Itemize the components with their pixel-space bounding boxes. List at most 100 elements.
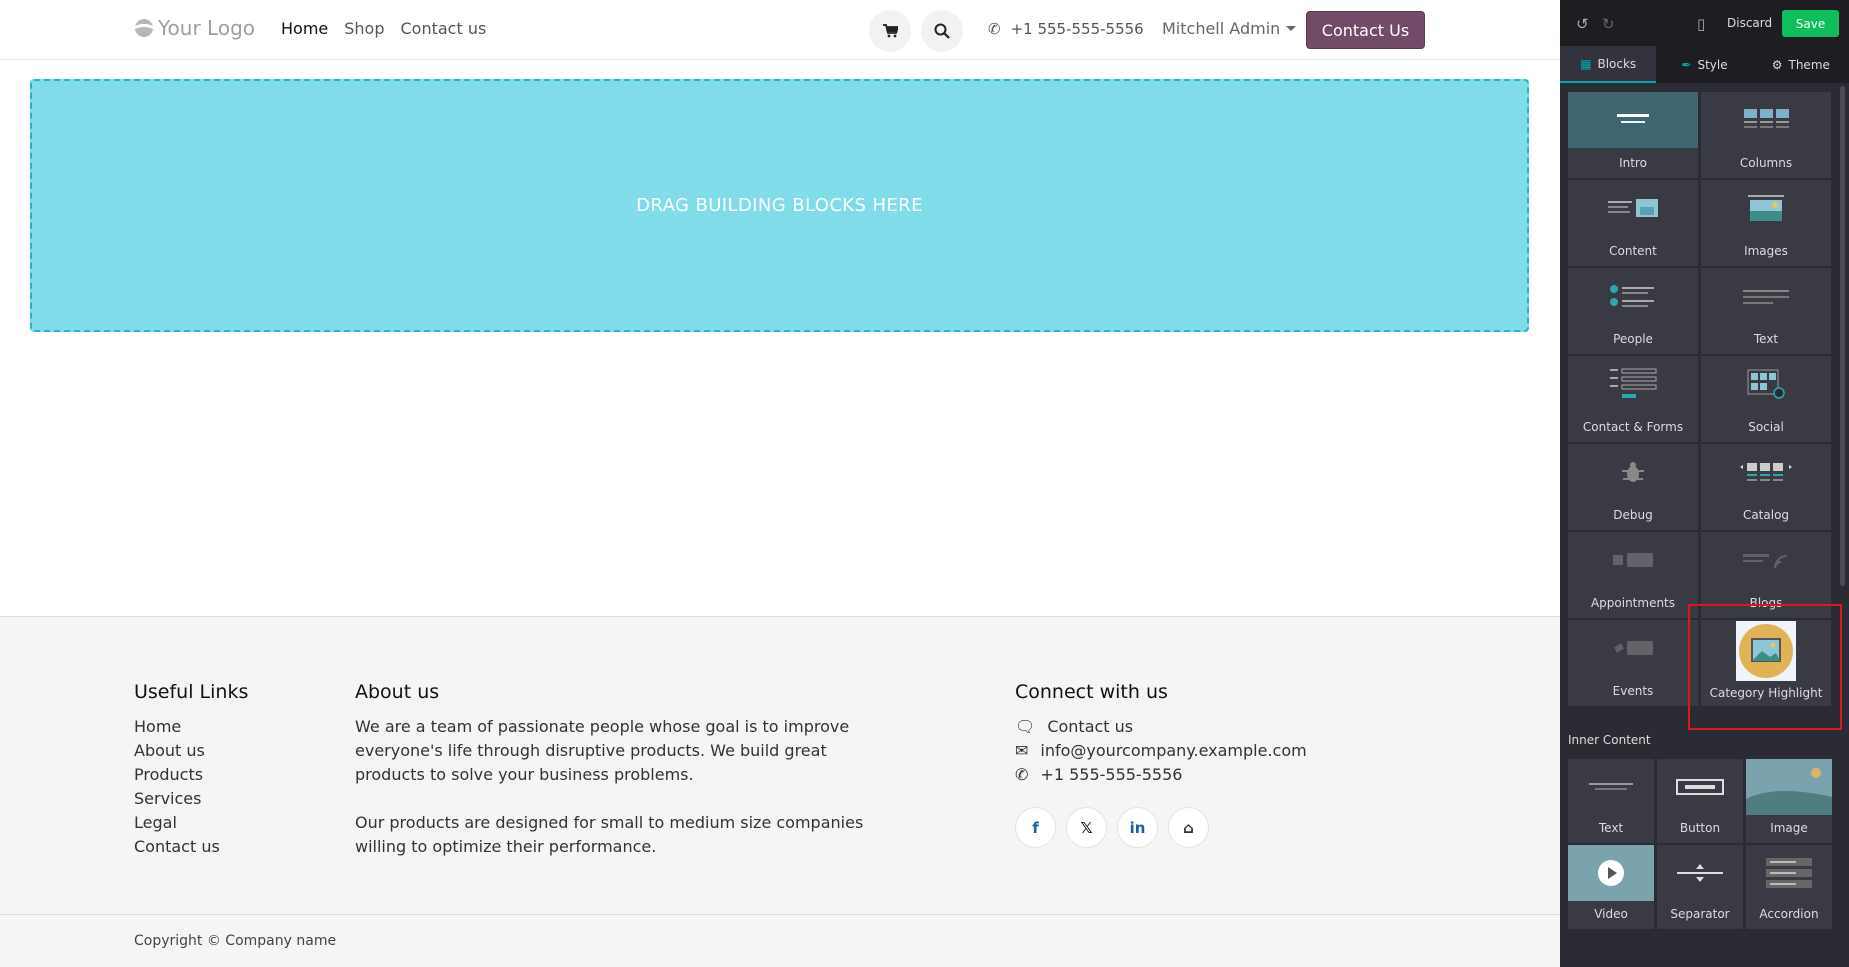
image-thumbnail: [1746, 759, 1832, 815]
inner-block-list: Text Button Image Video Separator Accord…: [1568, 759, 1833, 931]
undo-icon[interactable]: ↺: [1576, 15, 1589, 33]
people-thumbnail: [1568, 268, 1698, 324]
connect-contact-row[interactable]: 🗨 Contact us: [1015, 715, 1307, 739]
block-blogs[interactable]: Blogs: [1701, 532, 1832, 620]
block-contact-forms[interactable]: Contact & Forms: [1568, 356, 1699, 444]
nav-contact[interactable]: Contact us: [401, 19, 487, 38]
accordion-thumbnail: [1746, 845, 1832, 901]
about-title: About us: [355, 681, 440, 703]
connect-email-text: info@yourcompany.example.com: [1040, 741, 1307, 760]
block-label: Button: [1679, 821, 1721, 835]
connect-section: Connect with us 🗨 Contact us ✉ info@your…: [1015, 681, 1307, 848]
website-preview: Your Logo Home Shop Contact us ✆ +1 555-…: [0, 0, 1560, 967]
inner-block-button[interactable]: Button: [1657, 759, 1744, 845]
footer-link-about[interactable]: About us: [134, 739, 248, 763]
chevron-down-icon: [1286, 26, 1297, 31]
facebook-icon[interactable]: f: [1015, 807, 1056, 848]
tab-theme[interactable]: ⚙ Theme: [1753, 46, 1849, 83]
inner-block-image[interactable]: Image: [1746, 759, 1833, 845]
nav-shop[interactable]: Shop: [344, 19, 384, 38]
mobile-preview-icon[interactable]: ▯: [1697, 15, 1705, 33]
button-thumbnail: [1657, 759, 1743, 815]
social-links: f 𝕏 in ⌂: [1015, 807, 1307, 848]
inner-block-separator[interactable]: Separator: [1657, 845, 1744, 931]
cart-button[interactable]: [869, 10, 911, 52]
tab-style[interactable]: ✒ Style: [1656, 46, 1752, 83]
catalog-thumbnail: [1701, 444, 1831, 500]
block-label: Blogs: [1749, 596, 1783, 610]
search-button[interactable]: [921, 10, 963, 52]
editor-toolbar: ↺ ↻ ▯ Discard Save: [1560, 0, 1849, 46]
comment-icon: 🗨: [1015, 717, 1036, 736]
useful-links-title: Useful Links: [134, 681, 249, 703]
block-label: Category Highlight: [1709, 686, 1823, 700]
about-section: About us We are a team of passionate peo…: [355, 681, 885, 859]
block-people[interactable]: People: [1568, 268, 1699, 356]
tab-blocks[interactable]: ▦ Blocks: [1560, 46, 1657, 83]
drop-zone[interactable]: DRAG BUILDING BLOCKS HERE: [30, 79, 1529, 332]
footer-link-legal[interactable]: Legal: [134, 811, 248, 835]
site-header: Your Logo Home Shop Contact us ✆ +1 555-…: [0, 0, 1560, 60]
block-label: Contact & Forms: [1582, 420, 1684, 434]
block-text[interactable]: Text: [1701, 268, 1832, 356]
intro-thumbnail: [1568, 92, 1698, 148]
connect-phone-text: +1 555-555-5556: [1040, 765, 1183, 784]
inner-block-accordion[interactable]: Accordion: [1746, 845, 1833, 931]
paint-brush-icon: ✒: [1681, 57, 1692, 72]
copyright-text: Copyright © Company name: [134, 933, 337, 949]
footer-link-contact[interactable]: Contact us: [134, 835, 248, 859]
block-label: Catalog: [1742, 508, 1790, 522]
block-intro[interactable]: Intro: [1568, 92, 1699, 180]
discard-button[interactable]: Discard: [1727, 16, 1772, 30]
nav-home[interactable]: Home: [281, 19, 328, 38]
logo-text: Your Logo: [158, 16, 256, 40]
block-label: Content: [1609, 244, 1657, 258]
tab-style-label: Style: [1697, 57, 1728, 72]
block-catalog[interactable]: Catalog: [1701, 444, 1832, 532]
connect-title: Connect with us: [1015, 681, 1168, 703]
inner-block-text[interactable]: Text: [1568, 759, 1655, 845]
drop-zone-text: DRAG BUILDING BLOCKS HERE: [636, 195, 923, 216]
save-button[interactable]: Save: [1782, 10, 1839, 37]
x-twitter-icon[interactable]: 𝕏: [1066, 807, 1107, 848]
block-content[interactable]: Content: [1568, 180, 1699, 268]
block-label: People: [1613, 332, 1653, 346]
block-appointments[interactable]: Appointments: [1568, 532, 1699, 620]
logo-icon: [135, 19, 153, 37]
home-icon[interactable]: ⌂: [1168, 807, 1209, 848]
linkedin-icon[interactable]: in: [1117, 807, 1158, 848]
text-thumbnail: [1568, 759, 1654, 815]
envelope-icon: ✉: [1015, 741, 1029, 760]
blocks-icon: ▦: [1580, 56, 1592, 71]
block-events[interactable]: Events: [1568, 620, 1699, 708]
blogs-thumbnail: [1701, 532, 1831, 588]
footer-link-services[interactable]: Services: [134, 787, 248, 811]
contact-forms-thumbnail: [1568, 356, 1698, 412]
gear-icon: ⚙: [1771, 57, 1783, 72]
block-label: Appointments: [1590, 596, 1676, 610]
block-label: Intro: [1619, 156, 1647, 170]
connect-phone-row[interactable]: ✆ +1 555-555-5556: [1015, 763, 1307, 787]
block-images[interactable]: Images: [1701, 180, 1832, 268]
inner-block-video[interactable]: Video: [1568, 845, 1655, 931]
block-social[interactable]: Social: [1701, 356, 1832, 444]
block-columns[interactable]: Columns: [1701, 92, 1832, 180]
user-menu[interactable]: Mitchell Admin: [1162, 19, 1297, 38]
tab-theme-label: Theme: [1788, 57, 1830, 72]
events-thumbnail: [1568, 620, 1698, 676]
block-label: Columns: [1739, 156, 1793, 170]
redo-icon[interactable]: ↻: [1602, 15, 1615, 33]
footer-link-products[interactable]: Products: [134, 763, 248, 787]
tab-blocks-label: Blocks: [1597, 56, 1637, 71]
social-thumbnail: [1701, 356, 1831, 412]
header-phone[interactable]: ✆ +1 555-555-5556: [988, 20, 1144, 38]
footer-link-home[interactable]: Home: [134, 715, 248, 739]
site-logo[interactable]: Your Logo: [134, 16, 255, 40]
sidebar-scrollbar[interactable]: [1840, 86, 1845, 586]
block-debug[interactable]: Debug: [1568, 444, 1699, 532]
contact-us-button[interactable]: Contact Us: [1306, 11, 1425, 49]
block-label: Separator: [1670, 907, 1730, 921]
block-category-highlight[interactable]: Category Highlight: [1701, 620, 1832, 708]
cart-icon: [882, 24, 898, 38]
connect-email-row[interactable]: ✉ info@yourcompany.example.com: [1015, 739, 1307, 763]
